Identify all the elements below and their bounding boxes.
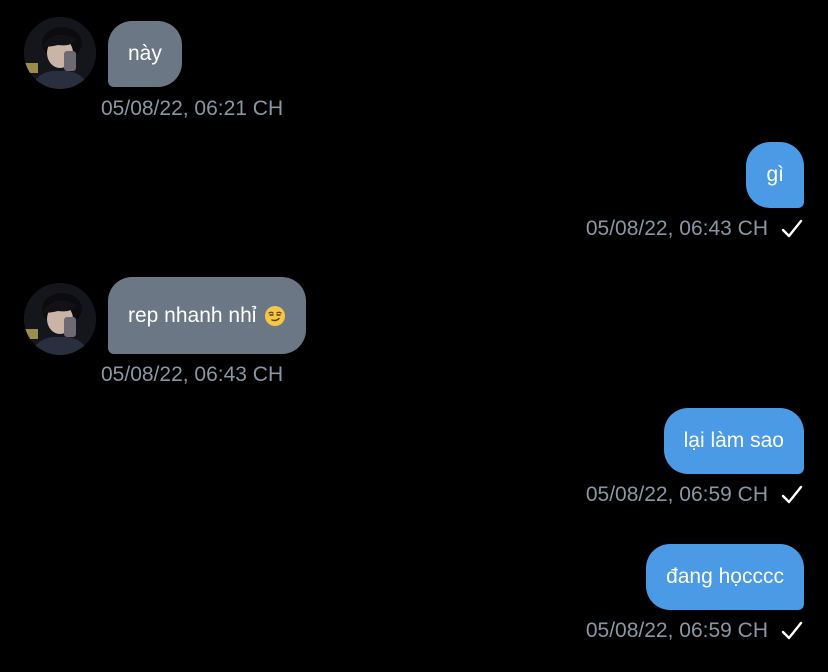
message-bubble-outgoing[interactable]: lại làm sao	[663, 408, 804, 474]
message-timestamp: 05/08/22, 06:43 CH	[585, 217, 768, 240]
message-text: gì	[766, 163, 784, 186]
message-meta: 05/08/22, 06:43 CH	[101, 363, 283, 387]
contact-avatar[interactable]	[24, 283, 96, 355]
message-timestamp: 05/08/22, 06:43 CH	[101, 363, 284, 386]
message-meta: 05/08/22, 06:43 CH	[586, 217, 804, 241]
avatar-photo	[24, 283, 96, 355]
message-timestamp: 05/08/22, 06:59 CH	[585, 483, 768, 506]
message-text: lại làm sao	[683, 429, 784, 452]
message-bubble-outgoing[interactable]: đang họcccc	[646, 544, 804, 610]
message-meta: 05/08/22, 06:21 CH	[101, 97, 283, 121]
message-meta: 05/08/22, 06:59 CH	[586, 619, 804, 643]
message-bubble-incoming[interactable]: này	[108, 21, 182, 87]
checkmark-icon	[781, 219, 803, 238]
message-bubble-outgoing[interactable]: gì	[746, 142, 804, 208]
checkmark-icon	[781, 485, 803, 504]
message-text: đang họcccc	[666, 565, 784, 588]
avatar-photo	[24, 17, 96, 89]
message-meta: 05/08/22, 06:59 CH	[586, 483, 804, 507]
checkmark-icon	[781, 621, 803, 640]
message-text: rep nhanh nhỉ	[128, 303, 257, 327]
message-timestamp: 05/08/22, 06:59 CH	[585, 619, 768, 642]
contact-avatar[interactable]	[24, 17, 96, 89]
smirking-face-emoji	[265, 305, 286, 326]
message-bubble-incoming[interactable]: rep nhanh nhỉ	[108, 277, 307, 354]
message-timestamp: 05/08/22, 06:21 CH	[101, 97, 284, 120]
message-text: này	[128, 42, 162, 65]
